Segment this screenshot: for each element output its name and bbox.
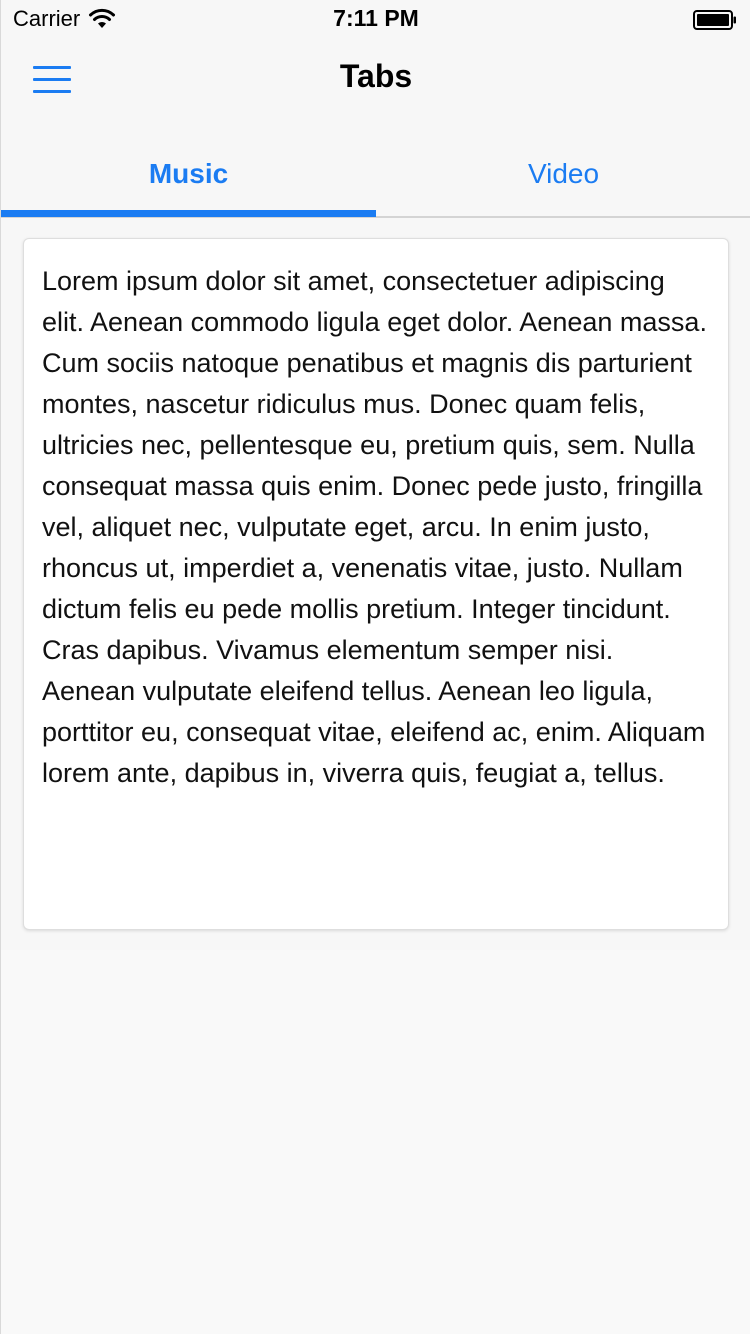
tab-video[interactable]: Video <box>376 132 750 218</box>
tab-bar: Music Video <box>1 132 750 218</box>
nav-header: Tabs <box>1 40 750 120</box>
tab-music[interactable]: Music <box>1 132 376 218</box>
status-bar: Carrier 7:11 PM <box>1 0 750 40</box>
content-card: Lorem ipsum dolor sit amet, consectetuer… <box>23 238 729 930</box>
app-screen: Carrier 7:11 PM Tabs Music Video Lorem i… <box>0 0 750 1334</box>
status-time: 7:11 PM <box>333 5 419 31</box>
page-title: Tabs <box>339 58 413 94</box>
empty-content-area <box>1 950 750 1334</box>
battery-icon <box>693 10 736 30</box>
active-tab-indicator <box>1 210 376 217</box>
card-body-text: Lorem ipsum dolor sit amet, consectetuer… <box>42 266 707 788</box>
